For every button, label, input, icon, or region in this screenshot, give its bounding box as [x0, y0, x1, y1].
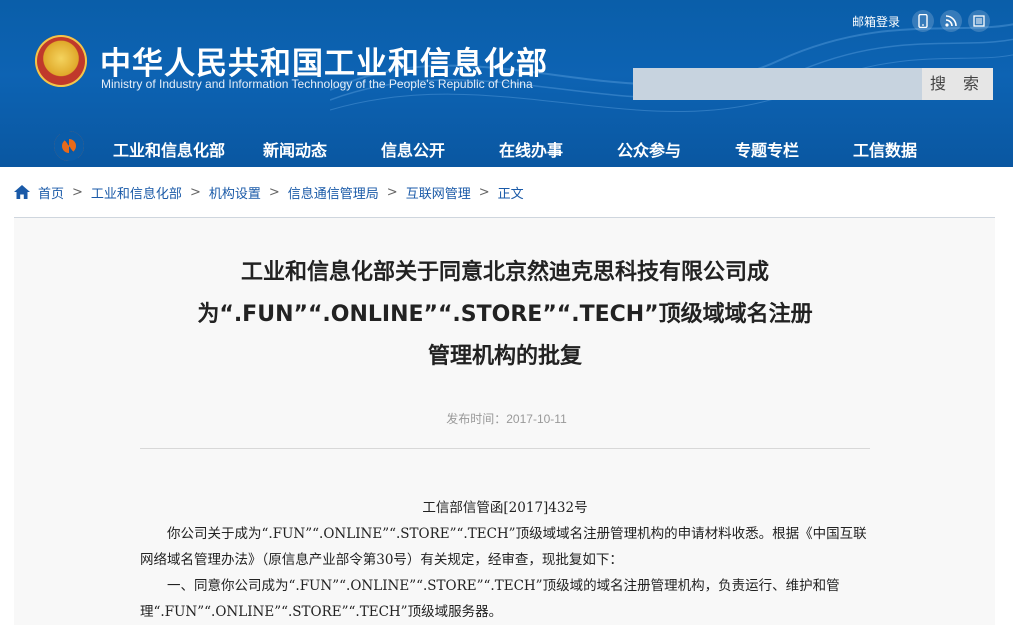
publish-date: 2017-10-11 — [506, 412, 567, 426]
main-nav: 工业和信息化部 新闻动态 信息公开 在线办事 公众参与 专题专栏 工信数据 — [0, 125, 1013, 167]
nav-item-info-disclosure[interactable]: 信息公开 — [381, 137, 445, 161]
article-body: 工信部信管函[2017]432号 你公司关于成为“.FUN”“.ONLINE”“… — [140, 495, 870, 625]
breadcrumb-organization[interactable]: 机构设置 — [209, 183, 261, 202]
site-subtitle: Ministry of Industry and Information Tec… — [101, 77, 533, 91]
breadcrumb-telecom-bureau[interactable]: 信息通信管理局 — [288, 183, 379, 202]
breadcrumb-current[interactable]: 正文 — [498, 183, 524, 202]
article-title: 工业和信息化部关于同意北京然迪克思科技有限公司成 为“.FUN”“.ONLINE… — [130, 252, 880, 378]
nav-item-miit[interactable]: 工业和信息化部 — [113, 137, 225, 161]
article-title-line-2: 为“.FUN”“.ONLINE”“.STORE”“.TECH”顶级域域名注册 — [197, 302, 813, 327]
home-icon[interactable] — [14, 185, 30, 199]
search-button[interactable]: 搜 索 — [922, 68, 993, 100]
rss-icon[interactable] — [940, 10, 963, 32]
document-number: 工信部信管函[2017]432号 — [422, 500, 588, 516]
article-title-line-1: 工业和信息化部关于同意北京然迪克思科技有限公司成 — [240, 260, 769, 285]
nav-item-online-services[interactable]: 在线办事 — [499, 137, 563, 161]
breadcrumb-separator: > — [478, 184, 490, 200]
content-divider — [140, 448, 870, 449]
publish-info: 发布时间：2017-10-11 — [0, 410, 1013, 427]
article-title-line-3: 管理机构的批复 — [427, 344, 582, 369]
national-emblem-icon — [35, 35, 87, 87]
mobile-icon[interactable] — [912, 10, 935, 32]
breadcrumb: 首页 > 工业和信息化部 > 机构设置 > 信息通信管理局 > 互联网管理 > … — [14, 183, 524, 202]
paragraph-2: 一、同意你公司成为“.FUN”“.ONLINE”“.STORE”“.TECH”顶… — [140, 578, 840, 620]
nav-logo-icon — [54, 131, 84, 161]
breadcrumb-separator: > — [386, 184, 398, 200]
weibo-icon[interactable] — [968, 10, 991, 32]
mail-login-link[interactable]: 邮箱登录 — [852, 13, 900, 30]
breadcrumb-separator: > — [72, 184, 83, 200]
nav-item-special-topics[interactable]: 专题专栏 — [735, 137, 799, 161]
search-input[interactable] — [633, 68, 922, 100]
nav-item-data[interactable]: 工信数据 — [853, 137, 917, 161]
breadcrumb-separator: > — [268, 184, 280, 200]
search-box — [633, 68, 922, 100]
top-links: 邮箱登录 — [852, 10, 991, 32]
paragraph-1: 你公司关于成为“.FUN”“.ONLINE”“.STORE”“.TECH”顶级域… — [140, 526, 867, 568]
site-header: 中华人民共和国工业和信息化部 Ministry of Industry and … — [0, 0, 1013, 167]
nav-item-news[interactable]: 新闻动态 — [263, 137, 327, 161]
publish-label: 发布时间： — [446, 412, 507, 426]
breadcrumb-internet-management[interactable]: 互联网管理 — [406, 183, 471, 202]
breadcrumb-separator: > — [189, 184, 201, 200]
nav-item-public-participation[interactable]: 公众参与 — [617, 137, 681, 161]
breadcrumb-miit[interactable]: 工业和信息化部 — [91, 183, 182, 202]
breadcrumb-home[interactable]: 首页 — [38, 183, 64, 202]
